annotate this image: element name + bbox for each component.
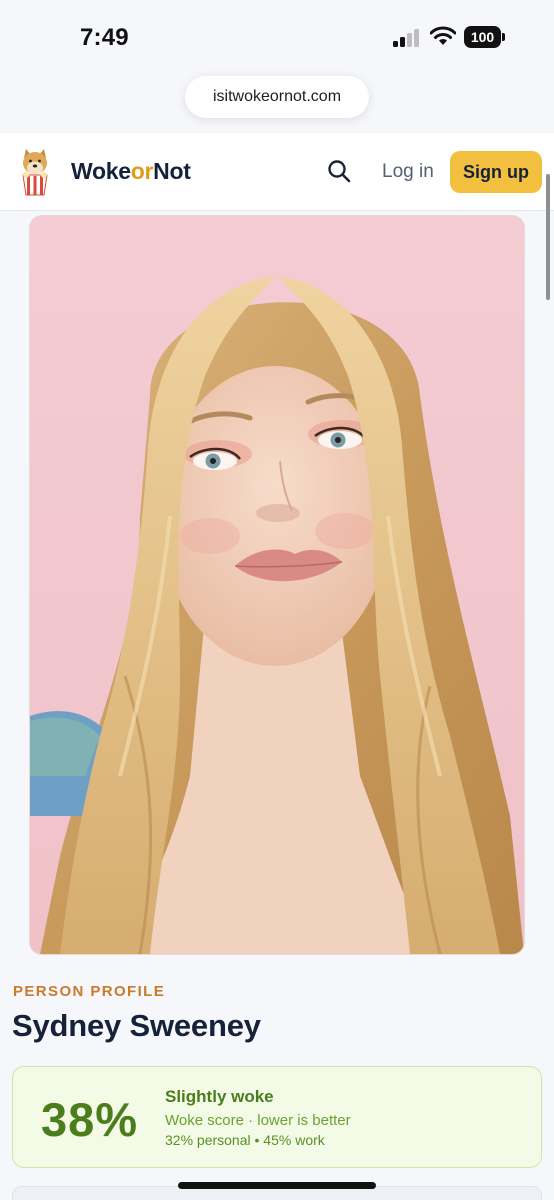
woke-score-label: Slightly woke	[165, 1087, 274, 1106]
wifi-icon	[430, 26, 456, 45]
woke-score-card: 38% Slightly woke Woke score · lower is …	[12, 1066, 542, 1168]
cellular-signal-icon	[393, 29, 421, 47]
battery-icon: 100	[464, 26, 506, 48]
battery-level: 100	[464, 26, 501, 48]
profile-photo	[30, 216, 524, 954]
profile-eyebrow: PERSON PROFILE	[13, 983, 166, 1000]
address-bar[interactable]: isitwokeornot.com	[185, 76, 369, 118]
woke-score-hint: Woke score · lower is better	[165, 1112, 351, 1129]
woke-score-breakdown: 32% personal • 45% work	[165, 1132, 325, 1148]
brand-prefix: Woke	[71, 158, 131, 184]
woke-score-value: 38%	[41, 1093, 139, 1146]
status-bar: 7:49 100	[0, 0, 554, 74]
status-time: 7:49	[80, 24, 129, 51]
page: 7:49 100 isitwokeornot.com WokeorNot Log…	[0, 0, 554, 1200]
signup-button[interactable]: Sign up	[450, 151, 542, 193]
brand-wordmark[interactable]: WokeorNot	[71, 158, 191, 185]
home-indicator[interactable]	[178, 1182, 376, 1189]
doge-mascot-logo-icon[interactable]	[18, 148, 52, 196]
brand-accent: or	[130, 158, 154, 184]
site-header: WokeorNot Log in Sign up	[0, 133, 554, 211]
person-name: Sydney Sweeney	[12, 1008, 261, 1043]
page-scrollbar[interactable]	[546, 174, 550, 300]
brand-suffix: Not	[153, 158, 191, 184]
login-link[interactable]: Log in	[382, 161, 434, 183]
search-icon[interactable]	[326, 158, 352, 184]
